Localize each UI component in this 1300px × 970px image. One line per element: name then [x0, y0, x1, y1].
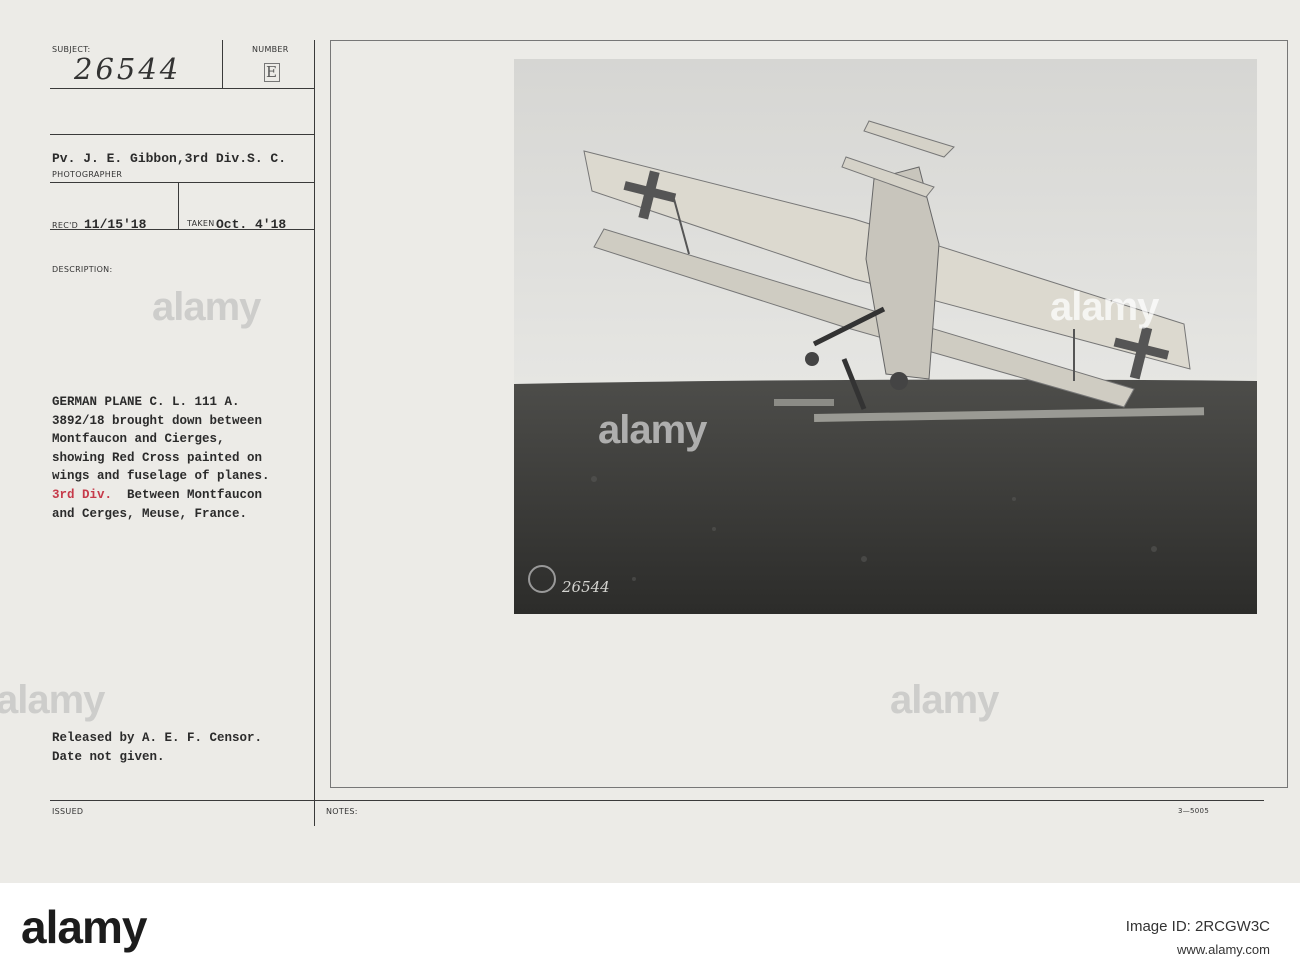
watermark-3: alamy [1050, 285, 1159, 329]
description-line-1: GERMAN PLANE C. L. 111 A. [52, 395, 240, 409]
description-line-6: Between Montfaucon [112, 487, 263, 502]
number-label: NUMBER [252, 45, 289, 54]
watermark-1: alamy [152, 285, 261, 329]
photographer-label: PHOTOGRAPHER [52, 170, 123, 179]
description-line-5: wings and fuselage of planes. [52, 469, 270, 484]
subject-number-divider [222, 40, 223, 88]
photographer-name: Pv. J. E. Gibbon,3rd Div.S. C. [52, 151, 287, 166]
footer-bar [0, 883, 1300, 970]
description-line-7: and Cerges, Meuse, France. [52, 506, 248, 521]
taken-date: Oct. 4'18 [216, 217, 287, 232]
subject-underline [50, 88, 314, 89]
description-red-division: 3rd Div. [52, 487, 113, 502]
recd-date: 11/15'18 [84, 217, 147, 232]
notes-label: NOTES: [326, 807, 358, 816]
photo-stamp-number: 26544 [561, 578, 610, 596]
form-number: 3—5005 [1178, 807, 1210, 815]
recd-label: REC'D [52, 221, 79, 230]
photographer-divider [50, 182, 314, 183]
description-line-3: Montfaucon and Cierges, [52, 432, 225, 447]
footer-url[interactable]: www.alamy.com [1177, 942, 1270, 957]
description-text: GERMAN PLANE C. L. 111 A. 3892/18 brough… [52, 393, 322, 523]
description-line-4: showing Red Cross painted on [52, 450, 263, 465]
release-line-1: Released by A. E. F. Censor. [52, 731, 263, 745]
crashed-biplane-illustration: 26544 [514, 59, 1257, 614]
description-line-2: 3892/18 brought down between [52, 413, 263, 428]
description-label: DESCRIPTION: [52, 265, 113, 274]
alamy-logo[interactable]: alamy [21, 900, 147, 954]
release-line-2: Date not given. [52, 750, 165, 764]
watermark-5: alamy [890, 678, 999, 722]
number-mark-letter: E [266, 63, 277, 81]
subject-number: 26544 [74, 52, 182, 86]
watermark-4: alamy [0, 678, 105, 722]
taken-label: TAKEN [187, 219, 215, 228]
photograph: 26544 [514, 59, 1257, 614]
issued-label: ISSUED [52, 807, 84, 816]
issued-divider [50, 800, 1264, 801]
image-id: Image ID: 2RCGW3C [1125, 918, 1270, 935]
recd-taken-divider [178, 183, 179, 229]
photographer-divider-top [50, 134, 314, 135]
watermark-2: alamy [598, 408, 707, 452]
